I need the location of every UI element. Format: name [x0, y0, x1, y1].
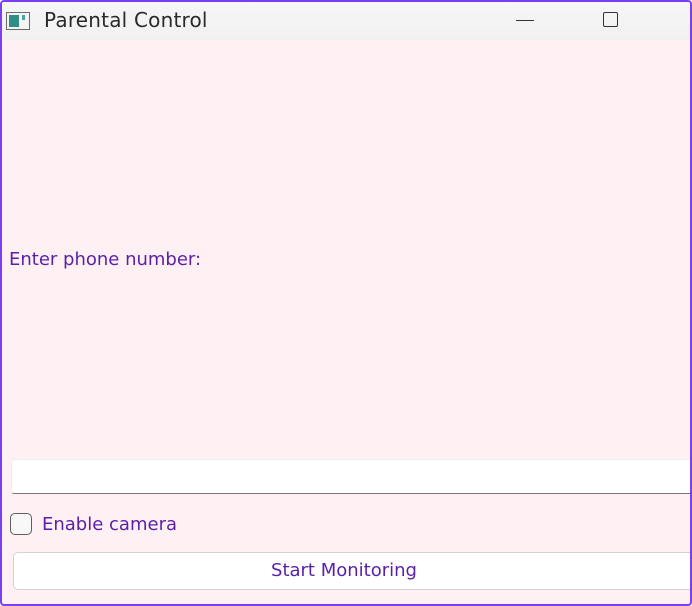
phone-number-label: Enter phone number:: [9, 249, 202, 270]
title-bar[interactable]: Parental Control: [2, 2, 690, 40]
window-title: Parental Control: [44, 8, 208, 32]
phone-number-input[interactable]: [11, 459, 690, 494]
start-monitoring-button[interactable]: Start Monitoring: [13, 552, 690, 590]
enable-camera-label[interactable]: Enable camera: [42, 514, 177, 535]
enable-camera-row[interactable]: Enable camera: [10, 511, 177, 537]
minimize-icon[interactable]: [502, 2, 548, 40]
maximize-icon[interactable]: [590, 2, 636, 40]
app-window: Parental Control Enter phone number: Ena…: [0, 0, 692, 606]
app-window-icon: [6, 12, 30, 30]
enable-camera-checkbox[interactable]: [10, 513, 32, 535]
